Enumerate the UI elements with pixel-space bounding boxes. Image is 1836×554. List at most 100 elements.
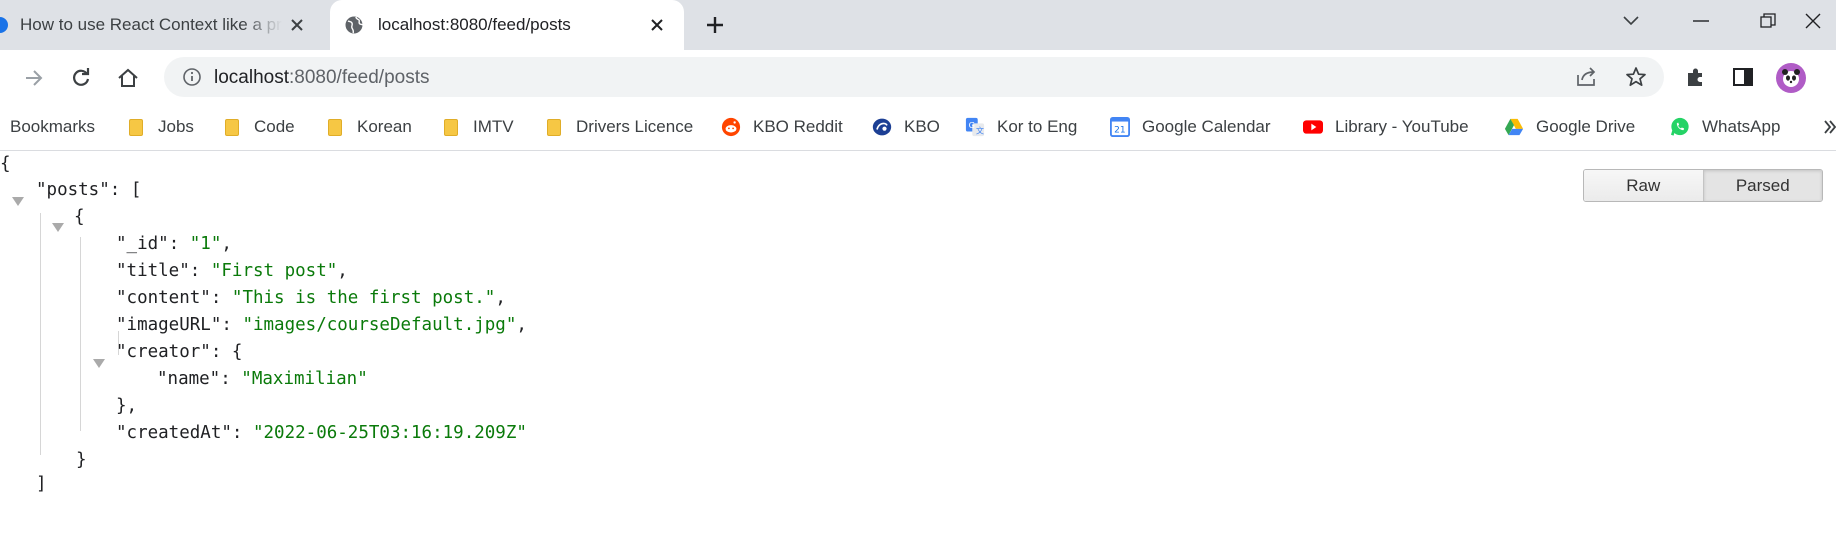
folder-icon bbox=[126, 117, 146, 137]
reddit-icon bbox=[721, 117, 741, 137]
google-translate-icon: G文 bbox=[965, 117, 985, 137]
json-array-close: ] bbox=[36, 474, 47, 494]
json-imageurl-line: "imageURL": "images/courseDefault.jpg", bbox=[116, 315, 527, 335]
bookmark-drivers-licence[interactable]: Drivers Licence bbox=[544, 114, 693, 140]
bookmark-jobs[interactable]: Jobs bbox=[126, 114, 194, 140]
address-bar[interactable]: localhost:8080/feed/posts bbox=[164, 57, 1664, 97]
folder-icon bbox=[222, 117, 242, 137]
url-text[interactable]: localhost:8080/feed/posts bbox=[214, 67, 430, 89]
json-creator-close: }, bbox=[116, 396, 138, 416]
tab-localhost-feed[interactable]: localhost:8080/feed/posts bbox=[330, 0, 684, 50]
bookmark-kbo-reddit[interactable]: KBO Reddit bbox=[721, 114, 843, 140]
bookmarks-bar: Bookmarks Jobs Code Korean IMTV Drivers … bbox=[0, 104, 1836, 151]
close-window-button[interactable] bbox=[1790, 8, 1836, 34]
side-panel-button[interactable] bbox=[1728, 62, 1758, 92]
tab-title: How to use React Context like a pro bbox=[20, 15, 282, 34]
json-key: "content" bbox=[116, 288, 211, 308]
json-content-line: "content": "This is the first post.", bbox=[116, 288, 506, 308]
json-key: "createdAt" bbox=[116, 423, 232, 443]
bookmarks-label[interactable]: Bookmarks bbox=[10, 114, 95, 140]
parsed-button[interactable]: Parsed bbox=[1702, 170, 1822, 201]
json-value: "1" bbox=[189, 234, 222, 254]
bookmark-label: Jobs bbox=[158, 117, 194, 136]
collapse-arrow-icon[interactable] bbox=[12, 197, 24, 206]
indent-guide bbox=[80, 237, 81, 431]
whatsapp-icon bbox=[1670, 117, 1690, 137]
bookmark-imtv[interactable]: IMTV bbox=[441, 114, 514, 140]
reload-icon bbox=[73, 68, 90, 86]
home-button[interactable] bbox=[111, 61, 145, 95]
close-icon bbox=[1805, 13, 1821, 29]
star-icon[interactable] bbox=[1624, 65, 1648, 89]
json-viewer: Raw Parsed { "posts": [ { "_id": "1", "t… bbox=[0, 151, 1836, 554]
kbo-icon bbox=[872, 117, 892, 137]
bookmark-korean[interactable]: Korean bbox=[325, 114, 412, 140]
avatar[interactable] bbox=[1776, 63, 1806, 93]
more-bookmarks-button[interactable] bbox=[1824, 114, 1836, 140]
json-value: "images/courseDefault.jpg" bbox=[242, 315, 517, 335]
json-title-line: "title": "First post", bbox=[116, 261, 348, 281]
bookmark-code[interactable]: Code bbox=[222, 114, 295, 140]
globe-icon bbox=[344, 15, 364, 35]
json-name-line: "name": "Maximilian" bbox=[157, 369, 368, 389]
arrow-right-icon bbox=[26, 70, 43, 86]
share-icon[interactable] bbox=[1575, 65, 1599, 89]
svg-text:文: 文 bbox=[976, 125, 984, 135]
bookmark-google-calendar[interactable]: 21 Google Calendar bbox=[1110, 114, 1271, 140]
bookmark-google-drive[interactable]: Google Drive bbox=[1504, 114, 1635, 140]
plus-icon bbox=[707, 17, 723, 33]
google-drive-icon bbox=[1504, 117, 1524, 137]
bookmark-whatsapp[interactable]: WhatsApp bbox=[1670, 114, 1780, 140]
collapse-arrow-icon[interactable] bbox=[52, 223, 64, 232]
json-key: "imageURL" bbox=[116, 315, 222, 335]
forward-button[interactable] bbox=[17, 61, 51, 95]
json-posts-line: "posts": [ bbox=[36, 180, 142, 200]
url-path: :8080/feed/posts bbox=[289, 67, 430, 88]
minimize-button[interactable] bbox=[1678, 8, 1724, 34]
json-object-open: { bbox=[74, 207, 85, 227]
folder-icon bbox=[441, 117, 461, 137]
bookmark-label: WhatsApp bbox=[1702, 117, 1781, 136]
folder-icon bbox=[544, 117, 564, 137]
tab-title: localhost:8080/feed/posts bbox=[378, 15, 571, 34]
json-value: "First post" bbox=[210, 261, 338, 281]
close-icon[interactable] bbox=[646, 14, 668, 36]
youtube-icon bbox=[1303, 117, 1323, 137]
restore-button[interactable] bbox=[1745, 8, 1791, 34]
new-tab-button[interactable] bbox=[700, 11, 730, 39]
side-panel-icon bbox=[1733, 68, 1753, 86]
json-value: "This is the first post." bbox=[231, 288, 496, 308]
json-open-brace: { bbox=[0, 154, 11, 174]
restore-icon bbox=[1760, 13, 1776, 28]
minimize-icon bbox=[1693, 20, 1709, 22]
json-value: "Maximilian" bbox=[241, 369, 368, 389]
raw-button[interactable]: Raw bbox=[1584, 170, 1703, 201]
panda-avatar-icon bbox=[1782, 69, 1800, 87]
bookmark-label: Code bbox=[254, 117, 295, 136]
tab-favicon-icon bbox=[0, 17, 8, 33]
url-host: localhost bbox=[214, 67, 289, 88]
tab-search-button[interactable] bbox=[1608, 8, 1654, 34]
svg-text:G: G bbox=[969, 120, 975, 130]
indent-guide bbox=[40, 213, 41, 455]
collapse-arrow-icon[interactable] bbox=[93, 359, 105, 368]
reload-button[interactable] bbox=[64, 61, 98, 95]
close-icon[interactable] bbox=[286, 14, 308, 36]
puzzle-icon bbox=[1688, 68, 1702, 86]
json-id-line: "_id": "1", bbox=[116, 234, 232, 254]
bookmark-kbo[interactable]: KBO bbox=[872, 114, 940, 140]
json-key: "title" bbox=[116, 261, 190, 281]
chevron-double-right-icon bbox=[1824, 120, 1836, 134]
bookmark-label: Drivers Licence bbox=[576, 117, 694, 136]
home-icon bbox=[118, 68, 138, 87]
folder-icon bbox=[325, 117, 345, 137]
bookmark-label: KBO bbox=[904, 117, 940, 136]
json-key: "posts" bbox=[36, 180, 110, 200]
tab-react-context[interactable]: How to use React Context like a pro bbox=[0, 0, 330, 50]
info-icon[interactable] bbox=[180, 65, 204, 89]
bookmark-kor-to-eng[interactable]: G文 Kor to Eng bbox=[965, 114, 1077, 140]
tab-strip: How to use React Context like a pro loca… bbox=[0, 0, 1836, 50]
json-key: "_id" bbox=[116, 234, 169, 254]
bookmark-library-youtube[interactable]: Library - YouTube bbox=[1303, 114, 1469, 140]
extensions-button[interactable] bbox=[1681, 62, 1711, 92]
